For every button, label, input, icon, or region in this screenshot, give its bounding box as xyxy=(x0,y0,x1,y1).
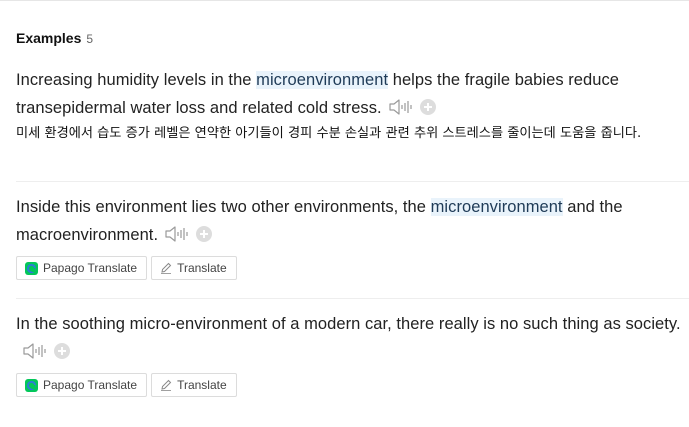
sentence-text: In the soothing micro-environment of a m… xyxy=(16,315,681,333)
sentence-text: Increasing humidity levels in the xyxy=(16,71,257,89)
examples-header: Examples 5 xyxy=(16,30,93,46)
highlighted-keyword: microenvironment xyxy=(256,71,389,89)
example-divider xyxy=(16,298,689,299)
example-item-1: Increasing humidity levels in the microe… xyxy=(16,66,681,143)
speaker-icon[interactable] xyxy=(388,98,414,116)
translate-buttons: Papago Translate Translate xyxy=(16,256,237,280)
pencil-icon xyxy=(161,379,172,391)
sentence-actions xyxy=(22,342,70,360)
examples-count: 5 xyxy=(86,32,94,46)
papago-translate-label: Papago Translate xyxy=(43,378,138,392)
sentence-actions xyxy=(388,98,436,116)
example-sentence: Inside this environment lies two other e… xyxy=(16,193,681,249)
example-sentence: In the soothing micro-environment of a m… xyxy=(16,310,681,366)
translate-buttons: Papago Translate Translate xyxy=(16,373,237,397)
example-item-2: Inside this environment lies two other e… xyxy=(16,193,681,249)
add-icon[interactable] xyxy=(54,342,70,359)
papago-translate-button[interactable]: Papago Translate xyxy=(16,256,148,280)
translate-button[interactable]: Translate xyxy=(151,373,237,397)
translate-label: Translate xyxy=(177,378,227,392)
speaker-icon[interactable] xyxy=(22,342,48,360)
example-translation: 미세 환경에서 습도 증가 레벨은 연약한 아기들이 경피 수분 손실과 관련 … xyxy=(16,126,642,141)
sentence-text: Inside this environment lies two other e… xyxy=(16,198,431,216)
translate-label: Translate xyxy=(177,261,227,275)
add-icon[interactable] xyxy=(419,98,436,115)
papago-translate-label: Papago Translate xyxy=(43,261,138,275)
speaker-icon[interactable] xyxy=(164,225,190,243)
papago-logo-icon xyxy=(25,261,38,275)
examples-title: Examples xyxy=(16,30,82,46)
example-divider xyxy=(16,181,689,182)
papago-logo-icon xyxy=(25,378,38,392)
example-sentence: Increasing humidity levels in the microe… xyxy=(16,66,681,122)
add-icon[interactable] xyxy=(196,225,213,242)
sentence-actions xyxy=(164,225,213,243)
highlighted-keyword: microenvironment xyxy=(430,198,563,216)
pencil-icon xyxy=(161,262,172,274)
translate-button[interactable]: Translate xyxy=(151,256,237,280)
papago-translate-button[interactable]: Papago Translate xyxy=(16,373,148,397)
top-divider xyxy=(0,0,689,1)
example-item-3: In the soothing micro-environment of a m… xyxy=(16,310,681,366)
